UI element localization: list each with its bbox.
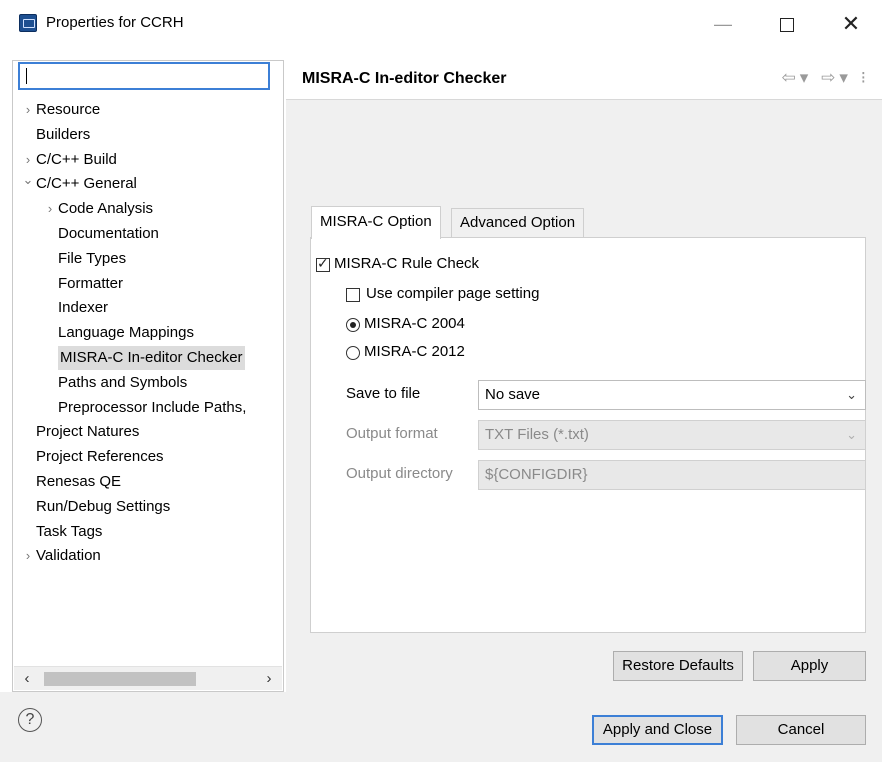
text-caret [26, 68, 27, 84]
tree-item-label: Preprocessor Include Paths, [58, 398, 247, 416]
tree-item-label: Validation [36, 547, 101, 565]
forward-dropdown-icon[interactable]: ▾ [839, 68, 852, 88]
tree-item-label: File Types [58, 249, 127, 267]
tree-item-label: Indexer [58, 299, 109, 317]
output-directory-value: ${CONFIGDIR} [485, 466, 588, 483]
tree-item-label: Paths and Symbols [58, 373, 188, 391]
help-icon[interactable]: ? [18, 708, 42, 732]
output-format-select: TXT Files (*.txt) ⌄ [478, 420, 866, 450]
tree-item-label: Code Analysis [58, 200, 154, 218]
tree-item-label: Task Tags [36, 522, 103, 540]
title-bar: Properties for CCRH — ✕ [0, 0, 882, 48]
misra-2004-label: MISRA-C 2004 [364, 315, 465, 332]
maximize-button[interactable] [764, 8, 810, 40]
apply-button[interactable]: Apply [753, 651, 866, 681]
output-directory-field: ${CONFIGDIR} [478, 460, 866, 490]
tree-item-label: Builders [36, 125, 91, 143]
tab-advanced-option[interactable]: Advanced Option [451, 208, 585, 237]
back-dropdown-icon[interactable]: ▾ [800, 68, 813, 88]
window-title: Properties for CCRH [46, 14, 184, 31]
tree-item-label: MISRA-C In-editor Checker [58, 346, 245, 370]
chevron-down-icon: ⌄ [846, 427, 857, 442]
chevron-right-icon[interactable]: › [22, 98, 34, 122]
scroll-left-button[interactable]: ‹ [16, 667, 38, 691]
misra-2012-label: MISRA-C 2012 [364, 343, 465, 360]
chevron-down-icon: ⌄ [846, 387, 857, 402]
tab-misra-c-option[interactable]: MISRA-C Option [311, 206, 441, 239]
cancel-button[interactable]: Cancel [736, 715, 866, 745]
back-arrow-icon[interactable]: ⇦ [782, 68, 800, 88]
horizontal-scrollbar[interactable]: ‹ › [14, 666, 282, 690]
misra-2004-radio[interactable] [346, 318, 360, 332]
tree-item-label: Language Mappings [58, 324, 194, 342]
scroll-thumb[interactable] [44, 672, 196, 686]
view-menu-icon[interactable]: ⁝ [861, 68, 870, 88]
misra-rule-check-label: MISRA-C Rule Check [334, 255, 480, 272]
tree-item-label: Formatter [58, 274, 124, 292]
use-compiler-setting-label: Use compiler page setting [366, 285, 540, 302]
use-compiler-setting-checkbox[interactable] [346, 288, 360, 302]
tree-item-label: Project References [36, 448, 164, 466]
page-nav: ⇦▾ ⇨▾ ⁝ [782, 68, 870, 88]
save-to-file-select[interactable]: No save ⌄ [478, 380, 866, 410]
close-button[interactable]: ✕ [828, 8, 874, 40]
output-format-value: TXT Files (*.txt) [485, 426, 589, 443]
save-to-file-value: No save [485, 386, 541, 403]
chevron-down-icon[interactable]: ⌄ [22, 168, 34, 192]
tree-item-label: C/C++ General [36, 175, 137, 193]
tree-item-label: Documentation [58, 225, 159, 242]
page-header: MISRA-C In-editor Checker ⇦▾ ⇨▾ ⁝ [286, 60, 882, 100]
misra-2012-radio[interactable] [346, 346, 360, 360]
forward-arrow-icon[interactable]: ⇨ [821, 68, 839, 88]
scroll-right-button[interactable]: › [258, 667, 280, 691]
chevron-right-icon[interactable]: › [44, 197, 56, 221]
output-directory-label: Output directory [346, 465, 453, 482]
restore-defaults-button[interactable]: Restore Defaults [613, 651, 743, 681]
app-icon [19, 14, 37, 32]
tree-item-label: C/C++ Build [36, 150, 117, 168]
tree-item-label: Project Natures [36, 423, 140, 441]
output-format-label: Output format [346, 425, 438, 442]
misra-rule-check-checkbox[interactable] [316, 255, 330, 272]
maximize-icon [780, 18, 794, 33]
chevron-right-icon[interactable]: › [22, 544, 34, 568]
save-to-file-label: Save to file [346, 385, 421, 402]
apply-and-close-button[interactable]: Apply and Close [592, 715, 723, 745]
tree-item-label: Renesas QE [36, 473, 122, 490]
minimize-button[interactable]: — [700, 8, 746, 40]
filter-input[interactable] [18, 62, 270, 90]
tree-item-label: Resource [36, 101, 101, 118]
tree-item-label: Run/Debug Settings [36, 497, 171, 515]
page-title: MISRA-C In-editor Checker [302, 70, 507, 87]
